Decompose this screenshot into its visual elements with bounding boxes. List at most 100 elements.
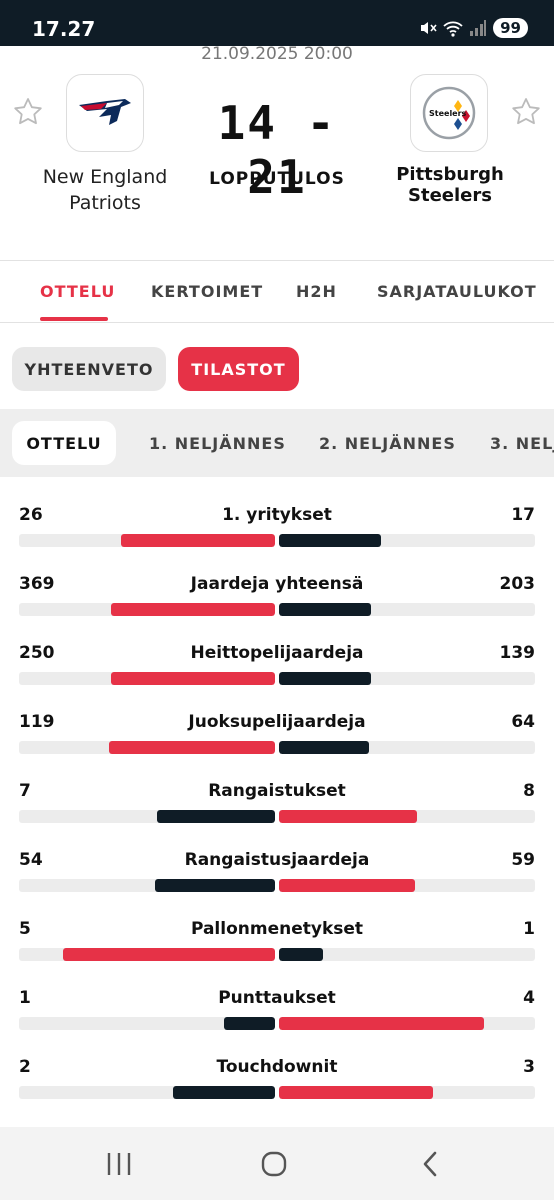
stat-away-bar xyxy=(279,948,323,961)
patriots-logo-icon xyxy=(79,99,131,125)
stat-away-value: 8 xyxy=(523,781,535,801)
stat-home-bar xyxy=(63,948,275,961)
stat-home-bar xyxy=(121,534,275,547)
match-datetime: 21.09.2025 20:00 xyxy=(201,44,353,64)
stat-home-value: 7 xyxy=(19,781,31,801)
stat-name: 1. yritykset xyxy=(222,505,332,525)
stat-name: Rangaistukset xyxy=(208,781,346,801)
stat-away-value: 139 xyxy=(499,643,536,663)
stat-row: 369 Jaardeja yhteensä 203 xyxy=(0,566,554,635)
stat-home-bar-track xyxy=(19,534,275,547)
stat-away-bar-track xyxy=(279,1086,535,1099)
stat-home-bar-track xyxy=(19,810,275,823)
home-icon xyxy=(261,1151,287,1177)
recent-apps-button[interactable] xyxy=(99,1147,139,1181)
divider xyxy=(0,322,554,323)
active-tab-indicator xyxy=(40,317,108,321)
stat-away-bar xyxy=(279,534,381,547)
stat-home-bar-track xyxy=(19,1086,275,1099)
favorite-away-star-icon[interactable] xyxy=(510,96,542,128)
stat-away-bar xyxy=(279,1017,484,1030)
stat-away-value: 17 xyxy=(511,505,535,525)
stat-home-bar-track xyxy=(19,672,275,685)
tab-h2h[interactable]: H2H xyxy=(296,282,337,301)
recent-apps-icon xyxy=(107,1153,131,1175)
stat-away-bar-track xyxy=(279,741,535,754)
home-button[interactable] xyxy=(254,1147,294,1181)
stat-home-bar xyxy=(173,1086,275,1099)
stat-home-bar-track xyxy=(19,1017,275,1030)
stat-away-bar xyxy=(279,603,371,616)
stat-home-bar xyxy=(111,672,275,685)
subtab-tilastot[interactable]: TILASTOT xyxy=(178,347,299,391)
stat-name: Jaardeja yhteensä xyxy=(190,574,364,594)
home-team-logo[interactable] xyxy=(66,74,144,152)
stat-name: Heittopelijaardeja xyxy=(190,643,364,663)
stat-away-bar-track xyxy=(279,672,535,685)
wifi-icon xyxy=(443,21,463,37)
stat-home-bar-track xyxy=(19,948,275,961)
stat-home-value: 119 xyxy=(19,712,55,732)
mute-icon xyxy=(421,22,437,34)
subtab-yhteenveto[interactable]: YHTEENVETO xyxy=(12,347,166,391)
navigation-bar xyxy=(0,1127,554,1200)
stat-home-bar-track xyxy=(19,603,275,616)
steelers-logo-text: Steelers xyxy=(429,109,467,118)
away-team-name[interactable]: Pittsburgh Steelers xyxy=(352,164,548,206)
period-ottelu[interactable]: OTTELU xyxy=(12,421,116,465)
stat-row: 5 Pallonmenetykset 1 xyxy=(0,911,554,980)
stat-home-value: 1 xyxy=(19,988,31,1008)
stat-away-bar-track xyxy=(279,810,535,823)
stat-away-value: 4 xyxy=(523,988,535,1008)
main-tabs: OTTELU KERTOIMET H2H SARJATAULUKOT xyxy=(0,262,554,322)
stat-name: Juoksupelijaardeja xyxy=(188,712,366,732)
stat-away-value: 64 xyxy=(511,712,535,732)
stat-row: 119 Juoksupelijaardeja 64 xyxy=(0,704,554,773)
stat-away-bar-track xyxy=(279,879,535,892)
period-q3[interactable]: 3. NELJÄNNES xyxy=(490,421,554,465)
stat-home-bar-track xyxy=(19,741,275,754)
stat-away-value: 203 xyxy=(499,574,536,594)
stat-row: 26 1. yritykset 17 xyxy=(0,497,554,566)
match-header: 21.09.2025 20:00 14 - 21 LOPPUTULOS Stee… xyxy=(0,44,554,260)
tab-sarjataulukot[interactable]: SARJATAULUKOT xyxy=(377,282,537,301)
stat-home-value: 250 xyxy=(19,643,55,663)
stat-name: Rangaistusjaardeja xyxy=(184,850,370,870)
period-selector: OTTELU 1. NELJÄNNES 2. NELJÄNNES 3. NELJ… xyxy=(0,409,554,477)
back-button[interactable] xyxy=(410,1147,450,1181)
battery-indicator: 99 xyxy=(493,18,528,38)
back-icon xyxy=(423,1151,437,1177)
stat-away-value: 3 xyxy=(523,1057,535,1077)
stat-home-bar-track xyxy=(19,879,275,892)
status-icons: 99 xyxy=(419,18,528,38)
stat-home-bar xyxy=(111,603,275,616)
favorite-home-star-icon[interactable] xyxy=(12,96,44,128)
period-q2[interactable]: 2. NELJÄNNES xyxy=(319,421,456,465)
stat-home-value: 369 xyxy=(19,574,55,594)
status-bar: 17.27 99 xyxy=(0,0,554,46)
stat-name: Punttaukset xyxy=(218,988,336,1008)
stat-away-bar xyxy=(279,741,369,754)
stat-home-bar xyxy=(157,810,275,823)
match-status: LOPPUTULOS xyxy=(209,169,345,189)
stat-away-value: 1 xyxy=(523,919,535,939)
stat-home-bar xyxy=(109,741,275,754)
stat-home-bar xyxy=(224,1017,275,1030)
away-team-logo[interactable]: Steelers xyxy=(410,74,488,152)
period-q1[interactable]: 1. NELJÄNNES xyxy=(149,421,286,465)
stat-away-bar-track xyxy=(279,1017,535,1030)
tab-kertoimet[interactable]: KERTOIMET xyxy=(151,282,263,301)
stat-away-value: 59 xyxy=(511,850,535,870)
tab-ottelu[interactable]: OTTELU xyxy=(40,282,115,301)
stat-row: 54 Rangaistusjaardeja 59 xyxy=(0,842,554,911)
stat-away-bar xyxy=(279,672,371,685)
divider xyxy=(0,260,554,261)
stat-away-bar-track xyxy=(279,534,535,547)
home-team-name[interactable]: New England Patriots xyxy=(28,164,182,216)
stat-row: 250 Heittopelijaardeja 139 xyxy=(0,635,554,704)
stat-away-bar-track xyxy=(279,603,535,616)
stat-home-bar xyxy=(155,879,275,892)
stat-row: 2 Touchdownit 3 xyxy=(0,1049,554,1118)
stat-home-value: 54 xyxy=(19,850,43,870)
stat-name: Pallonmenetykset xyxy=(190,919,364,939)
